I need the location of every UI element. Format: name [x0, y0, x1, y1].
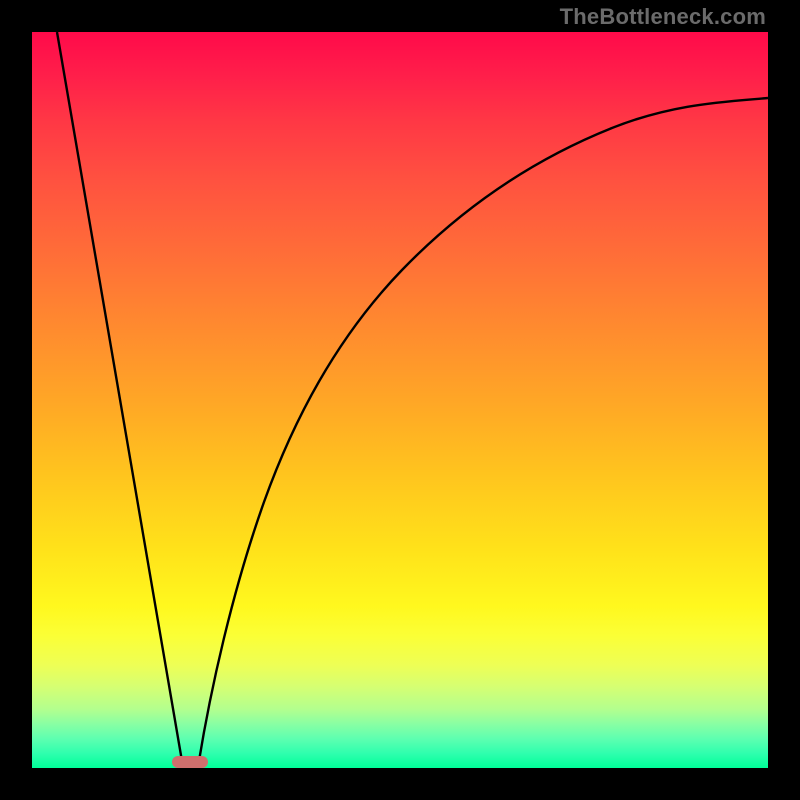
watermark-text: TheBottleneck.com — [560, 4, 766, 30]
bottleneck-marker — [172, 756, 208, 768]
curve-layer — [32, 32, 768, 768]
plot-area — [32, 32, 768, 768]
chart-frame: TheBottleneck.com — [0, 0, 800, 800]
curve-right-branch — [198, 98, 768, 767]
curve-left-branch — [57, 32, 183, 767]
